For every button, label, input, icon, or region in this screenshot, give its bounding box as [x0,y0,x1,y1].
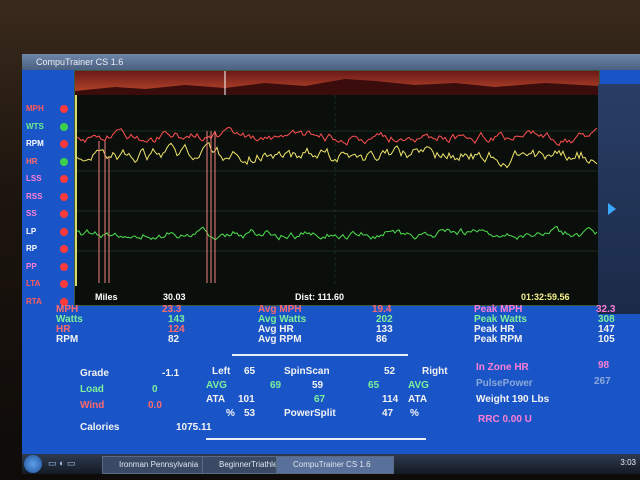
channel-hr-indicator[interactable] [60,157,68,166]
series-mph-hr-line [76,126,598,147]
pct-right-value: 47 [382,408,394,419]
quick-launch-icons: ▭ ◐ ▭ [48,458,76,468]
taskbar-item-2[interactable]: CompuTrainer CS 1.6 [276,456,394,474]
miles-value: 30.03 [163,292,186,302]
pct-left-value: 53 [244,408,256,419]
pct-right-label: % [410,408,419,419]
telemetry-plot: Miles 30.03 Dist: 111.60 01:32:59.56 [74,70,600,306]
channel-pp-indicator[interactable] [60,262,68,271]
stats-panel: MPH 23.3 Watts 143 HR 124 RPM 82 Avg MPH… [22,304,640,454]
channel-ss-label: SS [26,209,37,218]
spinscan-title: SpinScan [284,366,330,377]
spinscan-left-label: Left [212,366,231,377]
inzone-hr-label: In Zone HR [476,362,529,373]
spinscan-left-value: 65 [244,366,256,377]
channel-hr-label: HR [26,156,38,166]
channel-ss-indicator[interactable] [60,210,68,218]
spinscan-divider-top [232,354,408,356]
window-titlebar: CompuTrainer CS 1.6 [22,54,640,70]
spinscan-divider-bottom [206,438,426,440]
plot-footer: Miles 30.03 Dist: 111.60 01:32:59.56 [95,292,570,302]
ride-time: 01:32:59.56 [521,292,570,302]
dist-label: Dist: 111.60 [295,292,344,302]
channel-mph-indicator[interactable] [60,105,68,113]
stat-avg-rpm-label: Avg RPM [258,334,302,345]
taskbar-item-0[interactable]: Ironman Pennsylvania [102,456,216,474]
ata-right-value: 114 [382,394,399,405]
channel-lss-indicator[interactable] [60,175,68,183]
channel-lta-label: LTA [26,279,41,288]
start-button[interactable] [24,455,42,473]
spinscan-right-label: Right [422,366,448,377]
ata-left-value: 101 [238,394,255,405]
wind-label: Wind [80,400,105,411]
taskbar: ▭ ◐ ▭ Ironman Pennsylvania BeginnerTriat… [22,454,640,474]
grade-value: -1.1 [162,368,180,379]
series-layer [76,126,598,283]
ss-avg-right-value: 65 [368,380,380,391]
series-watts-line [76,142,598,169]
calories-label: Calories [80,422,120,433]
ata-left-label: ATA [206,394,226,405]
position-arrow [608,203,616,215]
rider-weight: Weight 190 Lbs [476,394,550,405]
channel-rp-label: RP [26,244,38,253]
window-title: CompuTrainer CS 1.6 [36,57,124,67]
channel-rp-indicator[interactable] [60,245,68,253]
channel-rss-label: RSS [26,191,43,201]
powersplit-label: PowerSplit [284,408,336,419]
stat-rpm-label: RPM [56,334,79,345]
app-window: CompuTrainer CS 1.6 MPH WTS RPM HR LSS RSS SS L… [22,54,640,474]
channel-rpm-label: RPM [26,139,44,148]
channel-lp-indicator[interactable] [60,227,68,236]
stat-peak-rpm-label: Peak RPM [474,334,523,345]
plot-left-rail [75,95,77,286]
channel-rss-indicator[interactable] [60,192,68,201]
series-rpm-line [76,225,598,241]
channel-rpm-indicator[interactable] [60,140,68,148]
channel-lss-label: LSS [26,174,42,183]
pulsepower-value: 267 [594,376,611,387]
ata-right-label: ATA [408,394,428,405]
tray-clock: 3:03 [620,458,636,467]
channel-pp-label: PP [26,261,37,271]
ss-center-value: 59 [312,380,324,391]
load-value: 0 [152,384,158,395]
channel-lta-indicator[interactable] [60,280,68,288]
wind-value: 0.0 [148,400,162,411]
rrc-value: RRC 0.00 U [478,414,532,425]
ss-avg-right-label: AVG [408,380,429,391]
stat-rpm-value: 82 [168,334,180,345]
grade-label: Grade [80,368,109,379]
channel-wts-indicator[interactable] [60,122,68,131]
stat-peak-rpm-value: 105 [598,334,615,345]
load-label: Load [80,384,104,395]
inzone-hr-value: 98 [598,360,610,371]
channel-mph-label: MPH [26,104,44,113]
right-scale-bar [598,84,640,314]
ata-center-value: 67 [314,394,326,405]
plot-grid [75,95,599,286]
calories-value: 1075.11 [176,422,212,433]
channel-wts-label: WTS [26,121,44,131]
spinscan-right-value: 52 [384,366,396,377]
ss-avg-left-label: AVG [206,380,227,391]
taskbar-item-label: Ironman Pennsylvania [119,460,199,469]
pct-left-label: % [226,408,235,419]
miles-label: Miles [95,292,118,302]
pulsepower-label: PulsePower [476,378,533,389]
channel-lp-label: LP [26,226,37,236]
taskbar-item-label: CompuTrainer CS 1.6 [293,460,371,469]
stat-avg-rpm-value: 86 [376,334,388,345]
ss-avg-left-value: 69 [270,380,282,391]
